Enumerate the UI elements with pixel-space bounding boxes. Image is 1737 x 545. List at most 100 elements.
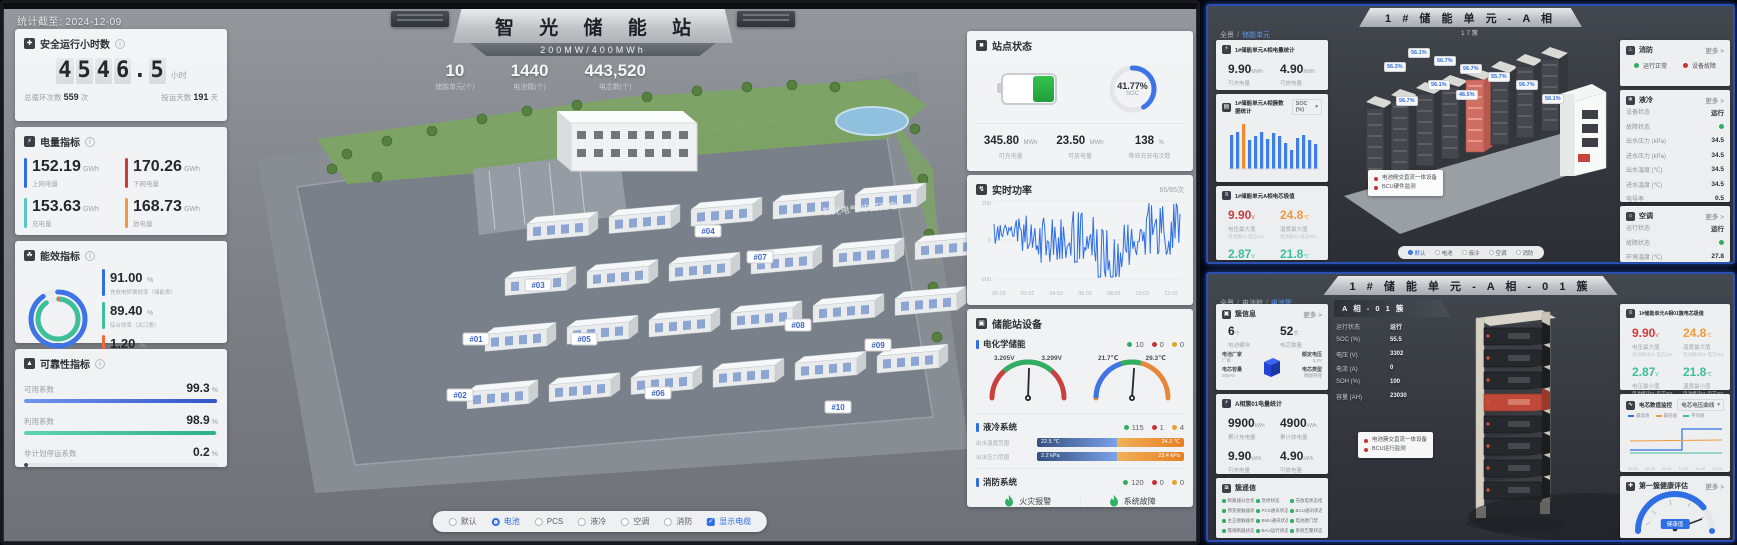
cluster-bar[interactable]	[1248, 140, 1251, 169]
breadcrumb-item-全景[interactable]: 全景	[1220, 32, 1234, 39]
cluster-bar[interactable]	[1260, 132, 1263, 169]
unit-toolbar-option-空调[interactable]: 空调	[1489, 249, 1507, 257]
telemetry-signal: 主正接触器状态	[1222, 518, 1254, 524]
unit-header-banner: 1 # 储 能 单 元 - A 相	[1359, 8, 1582, 27]
cluster-bar[interactable]	[1296, 138, 1299, 169]
radio-icon	[1434, 250, 1439, 255]
svg-text:#05: #05	[577, 335, 591, 344]
soc-tag[interactable]: 55.7%	[1488, 72, 1510, 82]
telemetry-signal: 系统告警状态	[1290, 528, 1322, 534]
fire-status-item: 火灾报警	[976, 495, 1080, 507]
cluster-bar[interactable]	[1308, 140, 1311, 169]
model-legend: 电池舱交直流一体设备BCU硬件监测	[1368, 170, 1443, 196]
site-3d-view[interactable]: #01#02#03#04#05#06#07#08#09#10 智光电气 中国西电	[227, 19, 967, 505]
legend-item: BCU硬件监测	[1374, 183, 1437, 192]
telemetry-signal: BMU通讯状态	[1256, 518, 1288, 524]
legend-item: 电池簇交直流一体设备	[1364, 436, 1427, 445]
svg-text:#08: #08	[791, 321, 805, 330]
power-icon: ↯	[976, 184, 987, 195]
cluster-info-panel: ▣ 簇信息 更多 > 6个 电池模块52节 电芯数量 电池厂家厂家电芯容量280…	[1216, 304, 1328, 390]
soc-tag[interactable]: 46.5%	[1456, 90, 1478, 100]
breadcrumb-separator: /	[1237, 32, 1239, 39]
cluster-bar[interactable]	[1278, 136, 1281, 169]
status-count: 10	[1127, 340, 1143, 349]
cluster-bar[interactable]	[1266, 139, 1269, 169]
ok-dot-icon	[1290, 509, 1294, 513]
cooling-row: 出水压力 (kPa)34.5	[1626, 134, 1724, 149]
soc-tag[interactable]: 56.1%	[1408, 48, 1430, 58]
cluster-bar[interactable]	[1230, 135, 1233, 169]
cell-metric-dropdown[interactable]: 电芯电压曲线▾	[1677, 399, 1724, 411]
station-stat: 23.50 MWh可放电量	[1045, 131, 1114, 160]
cluster-energy-stat: 4.90kWh 可放电量	[1274, 447, 1322, 474]
soc-tag[interactable]: 56.3%	[1384, 62, 1406, 72]
more-link[interactable]: 更多 >	[1705, 211, 1724, 221]
more-link[interactable]: 更多 >	[1303, 309, 1322, 319]
toolbar-option-电池[interactable]: 电池	[492, 516, 520, 527]
soc-tag[interactable]: 56.7%	[1460, 64, 1482, 74]
ok-dot-icon	[1222, 509, 1226, 513]
svg-text:0: 0	[988, 238, 991, 244]
cluster-bar[interactable]	[1236, 132, 1239, 169]
cluster-bar[interactable]	[1302, 135, 1305, 169]
breadcrumb-item-储能单元[interactable]: 储能单元	[1242, 32, 1270, 39]
radio-icon	[1461, 250, 1466, 255]
status-count: 0	[1152, 478, 1164, 487]
unit-energy-panel: ⚡ 1#储能单元A相电量统计 9.90MWh 可充电量4.90MWh 可放电量	[1216, 40, 1328, 90]
unit-toolbar-option-液冷[interactable]: 液冷	[1461, 249, 1479, 257]
cluster-title: 1 # 储 能 单 元 - A 相 - 0 1 簇	[1349, 278, 1591, 294]
metric-dropdown[interactable]: SOC (%)▾	[1292, 99, 1322, 115]
fire-status: 设备故障	[1675, 61, 1724, 70]
info-icon[interactable]: i	[85, 251, 95, 261]
unit-toolbar-option-电池[interactable]: 电池	[1434, 249, 1452, 257]
flame-icon	[1004, 495, 1014, 507]
reliability-row: 利用系数98.9 %	[24, 413, 218, 435]
unit-toolbar-option-消防[interactable]: 消防	[1516, 249, 1534, 257]
chevron-down-icon: ▾	[1717, 402, 1720, 408]
efficiency-item: 89.40 %综合效率（关口表）	[102, 302, 218, 329]
soc-tag[interactable]: 56.7%	[1396, 96, 1418, 106]
cluster-screen: 1 # 储 能 单 元 - A 相 - 0 1 簇 全景/电池舱/电池簇 ▣ 簇…	[1206, 272, 1735, 542]
more-link[interactable]: 更多 >	[1705, 481, 1724, 491]
toolbar-option-PCS[interactable]: PCS	[535, 517, 563, 526]
ok-dot-icon	[1256, 509, 1260, 513]
more-link[interactable]: 更多 >	[1705, 45, 1724, 55]
cluster-bar[interactable]	[1314, 144, 1317, 169]
soc-tag[interactable]: 56.1%	[1542, 94, 1564, 104]
cluster-bar[interactable]	[1290, 150, 1293, 169]
cluster-extreme-stat: 21.8℃ 温度最小值电池模块01-电芯001	[1677, 363, 1724, 396]
cluster-bar[interactable]	[1272, 133, 1275, 169]
info-icon[interactable]: i	[85, 137, 95, 147]
soc-tag[interactable]: 56.1%	[1428, 80, 1450, 90]
energy-metric: 168.73GWh放电量	[125, 198, 218, 228]
stats-date: 统计截至: 2024-12-09	[17, 13, 122, 28]
toolbar-option-默认[interactable]: 默认	[449, 516, 477, 527]
svg-text:#09: #09	[871, 341, 885, 350]
cooling-row: 进水温度 (℃)34.5	[1626, 178, 1724, 193]
toolbar-option-消防[interactable]: 消防	[664, 516, 692, 527]
panel-title: 储能站设备	[992, 316, 1042, 331]
more-link[interactable]: 更多 >	[1705, 95, 1724, 105]
info-icon[interactable]: i	[95, 359, 105, 369]
status-count: 115	[1124, 423, 1144, 432]
toolbar-option-液冷[interactable]: 液冷	[578, 516, 606, 527]
soc-label: SOC	[1126, 91, 1139, 97]
unit-toolbar-option-默认[interactable]: 默认	[1407, 249, 1425, 257]
soc-tag[interactable]: 56.7%	[1516, 80, 1538, 90]
x-tick: 08:02	[1107, 291, 1121, 297]
toolbar-checkbox[interactable]: ✓显示电缆	[707, 516, 751, 527]
alert-dot-icon	[1374, 186, 1378, 190]
chart-legend-item: 最低值	[1656, 413, 1678, 419]
info-icon[interactable]: i	[115, 39, 125, 49]
unit-3d-view[interactable]: 56.1% 56.7% 56.3% 56.7% 55.7% 56.1% 56.7% 46.5%…	[1330, 36, 1616, 242]
cluster-bar-chart	[1222, 115, 1322, 177]
soc-tag[interactable]: 56.7%	[1434, 56, 1456, 66]
cluster-bar[interactable]	[1242, 124, 1245, 169]
spec-item: 电芯容量280Ah	[1222, 367, 1242, 379]
cluster-bar[interactable]	[1254, 136, 1257, 169]
extreme-icon: ≡	[1626, 309, 1635, 318]
cluster-bar[interactable]	[1284, 143, 1287, 169]
panel-title: 电芯数值监控	[1639, 401, 1672, 409]
cluster-energy-stat: 4900kWh 累计放电量	[1274, 414, 1322, 441]
toolbar-option-空调[interactable]: 空调	[621, 516, 649, 527]
